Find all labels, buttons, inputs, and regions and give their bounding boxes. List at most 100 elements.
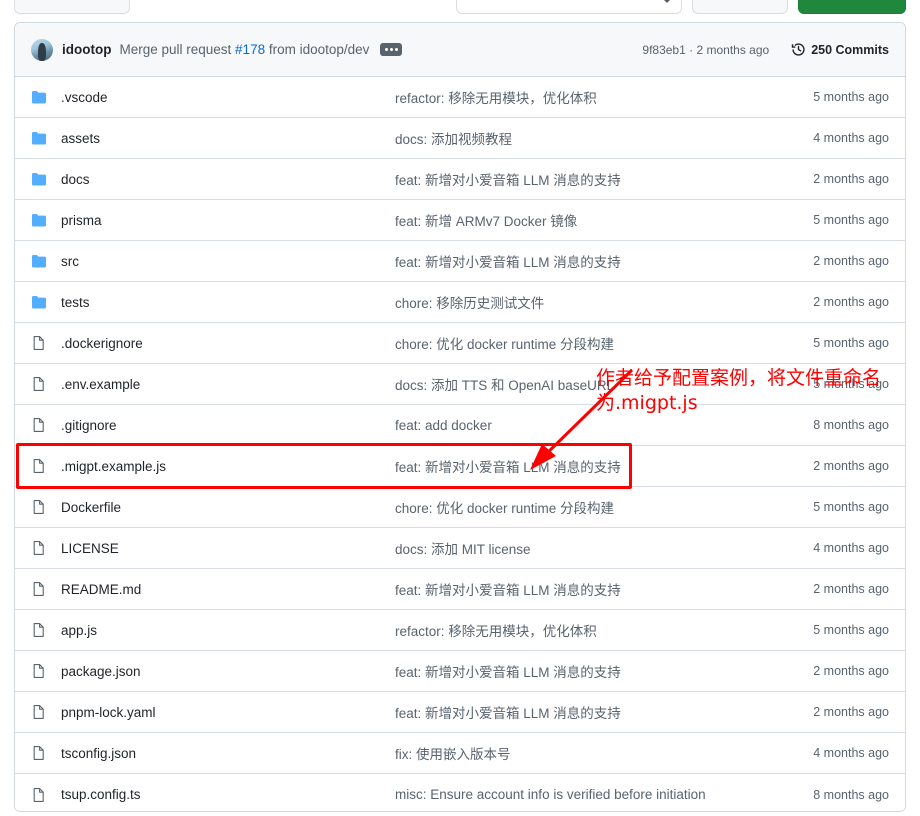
top-chrome: [0, 0, 920, 14]
commit-message-cell[interactable]: chore: 优化 docker runtime 分段构建: [395, 333, 767, 353]
file-name-link[interactable]: tsconfig.json: [61, 746, 136, 761]
file-name-link[interactable]: prisma: [61, 213, 102, 228]
file-name-cell[interactable]: tsconfig.json: [31, 745, 395, 761]
file-name-cell[interactable]: docs: [31, 171, 395, 187]
table-row[interactable]: README.mdfeat: 新增对小爱音箱 LLM 消息的支持2 months…: [15, 569, 905, 610]
table-row[interactable]: tsup.config.ts misc: Ensure account info …: [15, 774, 905, 812]
commit-sha[interactable]: 9f83eb1: [642, 43, 685, 57]
file-name-cell[interactable]: src: [31, 253, 395, 269]
commit-message-cell[interactable]: chore: 移除历史测试文件: [395, 292, 767, 312]
commit-time-cell: 4 months ago: [767, 131, 889, 145]
commit-time-cell: 2 months ago: [767, 705, 889, 719]
table-row[interactable]: Dockerfilechore: 优化 docker runtime 分段构建5…: [15, 487, 905, 528]
file-name-link[interactable]: app.js: [61, 623, 97, 638]
commit-message-cell[interactable]: fix: 使用嵌入版本号: [395, 743, 767, 763]
commit-message-cell[interactable]: misc: Ensure account info is verified be…: [395, 787, 767, 802]
file-name-cell[interactable]: .vscode: [31, 89, 395, 105]
commit-time-cell: 2 months ago: [767, 459, 889, 473]
commit-message-cell[interactable]: docs: 添加 TTS 和 OpenAI baseURL: [395, 374, 767, 394]
file-name-cell[interactable]: .migpt.example.js: [31, 458, 395, 474]
commit-time-cell: 8 months ago: [767, 788, 889, 802]
file-name-cell[interactable]: LICENSE: [31, 540, 395, 556]
file-name-link[interactable]: .migpt.example.js: [61, 459, 166, 474]
table-row[interactable]: LICENSE docs: 添加 MIT license4 months ago: [15, 528, 905, 569]
file-name-link[interactable]: Dockerfile: [61, 500, 121, 515]
file-name-link[interactable]: tsup.config.ts: [61, 787, 141, 802]
folder-icon: [31, 171, 47, 187]
chevron-down-icon: [663, 0, 671, 3]
commit-message-cell[interactable]: feat: add docker: [395, 418, 767, 433]
commit-author-link[interactable]: idootop: [62, 42, 111, 57]
file-name-link[interactable]: README.md: [61, 582, 141, 597]
file-name-link[interactable]: docs: [61, 172, 90, 187]
commit-message-cell[interactable]: feat: 新增对小爱音箱 LLM 消息的支持: [395, 702, 767, 722]
table-row[interactable]: srcfeat: 新增对小爱音箱 LLM 消息的支持2 months ago: [15, 241, 905, 282]
file-name-link[interactable]: tests: [61, 295, 90, 310]
table-row[interactable]: .gitignore feat: add docker8 months ago: [15, 405, 905, 446]
file-name-cell[interactable]: prisma: [31, 212, 395, 228]
table-row[interactable]: .vscoderefactor: 移除无用模块，优化体积5 months ago: [15, 77, 905, 118]
folder-icon: [31, 253, 47, 269]
go-to-file-search-input[interactable]: [456, 0, 682, 14]
file-name-cell[interactable]: tests: [31, 294, 395, 310]
file-icon: [31, 663, 47, 679]
file-name-cell[interactable]: Dockerfile: [31, 499, 395, 515]
table-row[interactable]: pnpm-lock.yaml feat: 新增对小爱音箱 LLM 消息的支持2 m…: [15, 692, 905, 733]
commit-count-link[interactable]: 250 Commits: [791, 42, 889, 57]
table-row[interactable]: docsfeat: 新增对小爱音箱 LLM 消息的支持2 months ago: [15, 159, 905, 200]
file-name-link[interactable]: package.json: [61, 664, 141, 679]
file-icon: [31, 458, 47, 474]
table-row[interactable]: .dockerignore chore: 优化 docker runtime 分段…: [15, 323, 905, 364]
commit-count-label: 250 Commits: [811, 43, 889, 57]
table-row[interactable]: .migpt.example.js feat: 新增对小爱音箱 LLM 消息的支持…: [15, 446, 905, 487]
file-name-cell[interactable]: app.js: [31, 622, 395, 638]
dot-icon: [390, 48, 393, 51]
commit-message-cell[interactable]: chore: 优化 docker runtime 分段构建: [395, 497, 767, 517]
file-name-link[interactable]: LICENSE: [61, 541, 119, 556]
table-row[interactable]: tsconfig.jsonfix: 使用嵌入版本号4 months ago: [15, 733, 905, 774]
commit-message-cell[interactable]: docs: 添加 MIT license: [395, 538, 767, 558]
file-name-cell[interactable]: tsup.config.ts: [31, 787, 395, 803]
table-row[interactable]: .env.example docs: 添加 TTS 和 OpenAI baseUR…: [15, 364, 905, 405]
branch-selector-button[interactable]: [14, 0, 130, 14]
commit-message-cell[interactable]: feat: 新增对小爱音箱 LLM 消息的支持: [395, 579, 767, 599]
file-icon: [31, 622, 47, 638]
file-name-link[interactable]: assets: [61, 131, 100, 146]
file-name-cell[interactable]: .dockerignore: [31, 335, 395, 351]
file-name-cell[interactable]: .env.example: [31, 376, 395, 392]
file-name-link[interactable]: .gitignore: [61, 418, 117, 433]
commit-sha-and-time[interactable]: 9f83eb1 · 2 months ago: [642, 43, 769, 57]
table-row[interactable]: prismafeat: 新增 ARMv7 Docker 镜像5 months a…: [15, 200, 905, 241]
commit-message-cell[interactable]: docs: 添加视频教程: [395, 128, 767, 148]
file-name-link[interactable]: .dockerignore: [61, 336, 143, 351]
file-name-cell[interactable]: assets: [31, 130, 395, 146]
table-row[interactable]: tests chore: 移除历史测试文件2 months ago: [15, 282, 905, 323]
commit-message-cell[interactable]: feat: 新增对小爱音箱 LLM 消息的支持: [395, 169, 767, 189]
commit-time-cell: 2 months ago: [767, 295, 889, 309]
commit-message-cell[interactable]: feat: 新增 ARMv7 Docker 镜像: [395, 210, 767, 230]
file-name-link[interactable]: .vscode: [61, 90, 108, 105]
file-name-link[interactable]: pnpm-lock.yaml: [61, 705, 156, 720]
table-row[interactable]: package.jsonfeat: 新增对小爱音箱 LLM 消息的支持2 mon…: [15, 651, 905, 692]
commit-message-cell[interactable]: feat: 新增对小爱音箱 LLM 消息的支持: [395, 661, 767, 681]
file-name-cell[interactable]: pnpm-lock.yaml: [31, 704, 395, 720]
commit-time-cell: 4 months ago: [767, 541, 889, 555]
file-name-cell[interactable]: .gitignore: [31, 417, 395, 433]
commit-message-cell[interactable]: refactor: 移除无用模块，优化体积: [395, 620, 767, 640]
file-name-cell[interactable]: README.md: [31, 581, 395, 597]
file-name-cell[interactable]: package.json: [31, 663, 395, 679]
avatar[interactable]: [31, 39, 53, 61]
table-row[interactable]: app.jsrefactor: 移除无用模块，优化体积5 months ago: [15, 610, 905, 651]
file-name-link[interactable]: .env.example: [61, 377, 140, 392]
commit-message-cell[interactable]: feat: 新增对小爱音箱 LLM 消息的支持: [395, 251, 767, 271]
add-file-button[interactable]: [692, 0, 788, 14]
commit-message-cell[interactable]: refactor: 移除无用模块，优化体积: [395, 87, 767, 107]
file-name-link[interactable]: src: [61, 254, 79, 269]
commit-time-cell: 8 months ago: [767, 418, 889, 432]
latest-commit-bar: idootop Merge pull request #178 from ido…: [15, 23, 905, 77]
expand-commit-message-button[interactable]: [380, 43, 402, 56]
commit-message-cell[interactable]: feat: 新增对小爱音箱 LLM 消息的支持: [395, 456, 767, 476]
table-row[interactable]: assets docs: 添加视频教程4 months ago: [15, 118, 905, 159]
code-button[interactable]: [798, 0, 906, 14]
pull-request-link[interactable]: #178: [235, 42, 265, 57]
